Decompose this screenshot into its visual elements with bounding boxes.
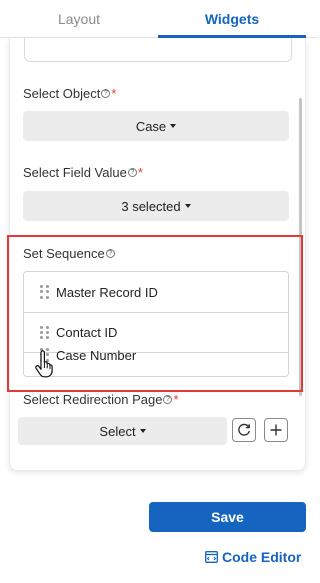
select-object-dropdown[interactable]: Case [23,111,289,141]
save-button[interactable]: Save [149,502,306,532]
question-circle-icon[interactable]: ? [163,395,173,404]
select-field-value-dropdown[interactable]: 3 selected [23,191,289,221]
select-redirection-page-label: Select Redirection Page ? * [23,392,179,407]
select-redirection-page-label-text: Select Redirection Page [23,392,163,407]
code-editor-icon [205,551,218,563]
plus-icon [270,424,282,436]
caret-down-icon [139,429,146,433]
sequence-item[interactable]: Master Record ID [24,272,288,313]
sequence-list: Master Record ID Contact ID Case Number [23,271,289,377]
code-editor-link[interactable]: Code Editor [205,548,301,566]
sequence-item-dragging[interactable]: Case Number [24,343,288,367]
sequence-item-label: Case Number [56,347,137,363]
select-object-label: Select Object ? * [23,86,116,101]
hand-pointer-icon [35,350,53,378]
set-sequence-label-text: Set Sequence [23,246,105,261]
tab-layout[interactable]: Layout [0,0,158,38]
tab-bar: Layout Widgets [0,0,318,38]
caret-down-icon [170,124,177,128]
refresh-icon [238,423,250,436]
select-redirection-page-dropdown[interactable]: Select [18,417,227,445]
add-page-button[interactable] [264,418,288,442]
select-object-label-text: Select Object [23,86,101,101]
select-object-value: Case [135,118,167,134]
set-sequence-label: Set Sequence ? [23,246,115,261]
refresh-button[interactable] [232,418,256,442]
question-circle-icon[interactable]: ? [127,168,137,177]
code-editor-label: Code Editor [222,549,302,565]
required-asterisk: * [111,86,117,101]
tab-widgets[interactable]: Widgets [158,0,306,38]
select-field-value-value: 3 selected [121,198,181,214]
previous-field-input[interactable] [24,38,292,62]
select-field-value-label: Select Field Value ? * [23,165,143,180]
question-circle-icon[interactable]: ? [105,249,115,258]
required-asterisk: * [173,392,179,407]
select-redirection-page-value: Select [99,423,136,439]
drag-handle-icon[interactable] [40,325,50,340]
required-asterisk: * [137,165,143,180]
question-circle-icon[interactable]: ? [101,89,111,98]
caret-down-icon [184,204,191,208]
drag-handle-icon[interactable] [40,285,50,299]
sequence-item-label: Contact ID [56,325,118,340]
sequence-item-label: Master Record ID [56,284,158,300]
select-field-value-label-text: Select Field Value [23,165,127,180]
